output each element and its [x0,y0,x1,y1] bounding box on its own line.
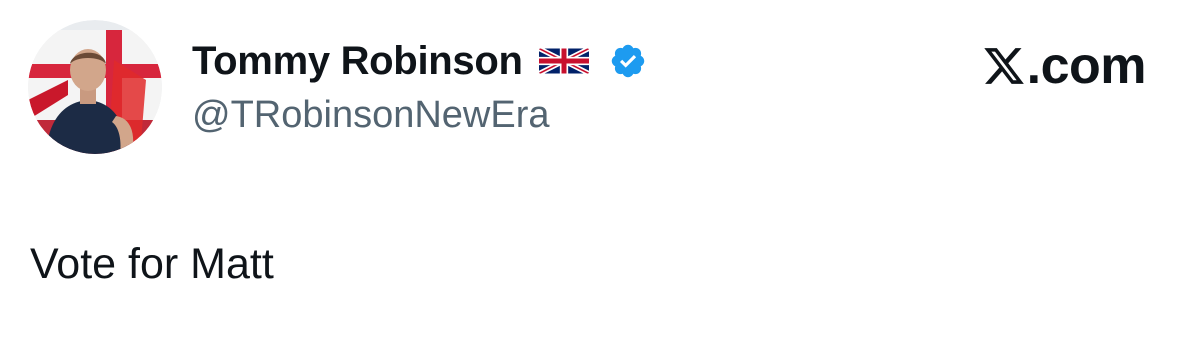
x-logo: .com [982,37,1147,95]
display-name[interactable]: Tommy Robinson [192,39,523,84]
tweet-text: Vote for Matt [30,240,274,288]
x-logo-text: .com [1026,37,1147,95]
verified-badge-icon[interactable] [609,42,647,80]
avatar[interactable] [28,20,162,154]
name-row: Tommy Robinson [192,36,647,86]
tweet-card: Tommy Robinson @TRobinsonNewEra .com Vot… [0,0,1200,360]
user-block: Tommy Robinson @TRobinsonNewEra [192,36,647,137]
user-handle[interactable]: @TRobinsonNewEra [192,94,647,137]
x-logo-icon [982,43,1026,89]
avatar-image [28,20,162,154]
uk-flag-icon [538,47,589,75]
